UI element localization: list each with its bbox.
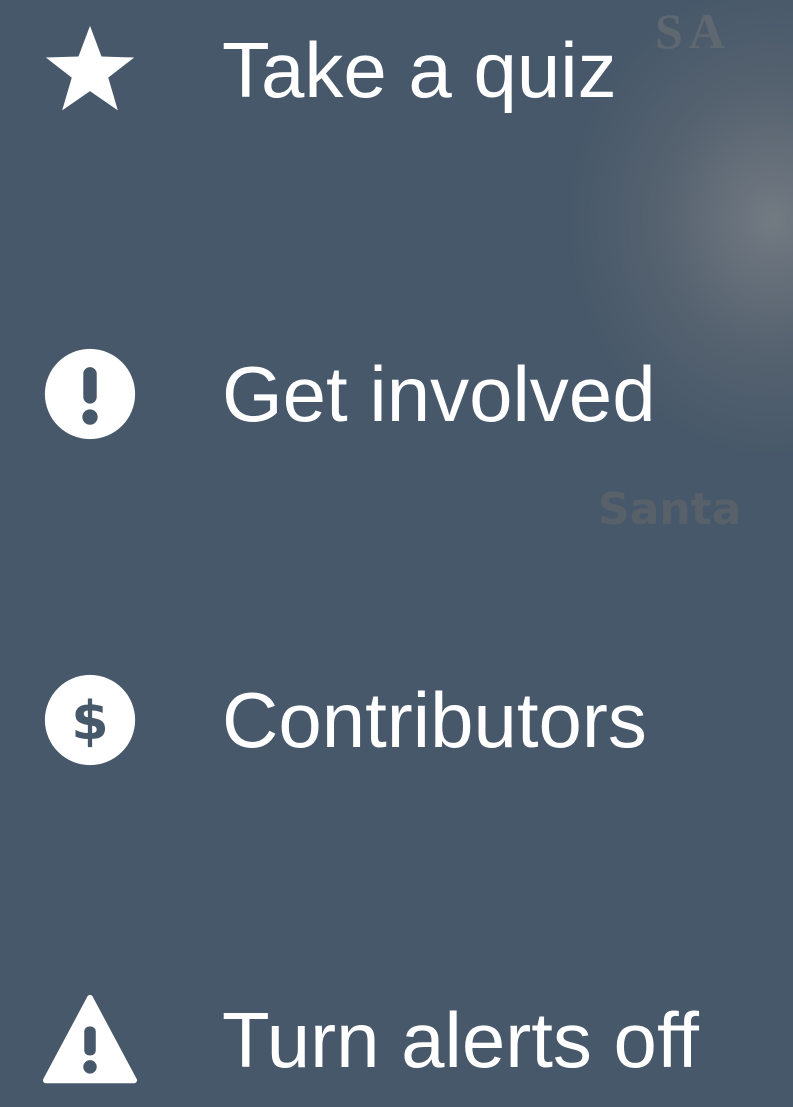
menu-item-contributors[interactable]: $ Contributors [0, 650, 793, 790]
menu-item-get-involved[interactable]: Get involved [0, 324, 793, 464]
menu-item-turn-alerts-off[interactable]: Turn alerts off [0, 970, 793, 1107]
menu-item-label: Take a quiz [222, 26, 617, 114]
exclamation-circle-icon [42, 346, 138, 442]
menu-item-label: Turn alerts off [222, 996, 699, 1084]
menu-item-take-a-quiz[interactable]: Take a quiz [0, 0, 793, 140]
menu-item-label: Contributors [222, 676, 647, 764]
menu-item-label: Get involved [222, 350, 656, 438]
warning-triangle-icon [42, 992, 138, 1088]
map-place-label: Santa [598, 484, 742, 535]
svg-text:$: $ [71, 689, 108, 752]
star-icon [42, 22, 138, 118]
dollar-circle-icon: $ [42, 672, 138, 768]
